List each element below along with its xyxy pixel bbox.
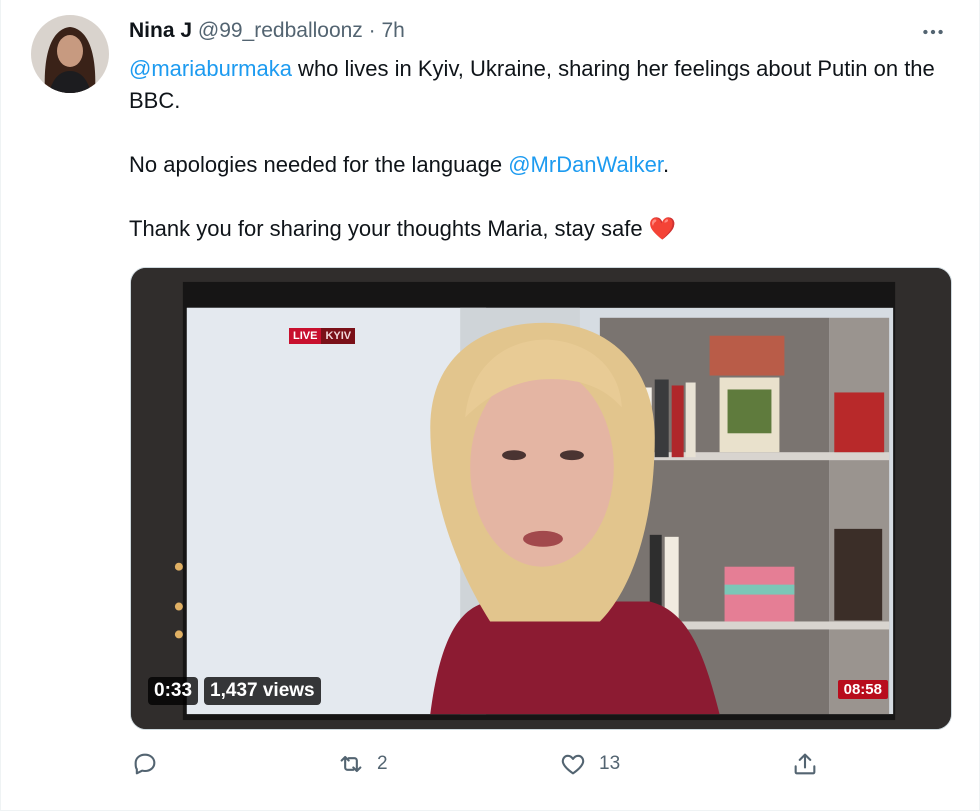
share-button[interactable]: [791, 750, 831, 778]
video-duration: 0:33: [148, 677, 199, 705]
heart-emoji: ❤️: [648, 216, 677, 241]
display-name[interactable]: Nina J: [129, 19, 192, 42]
share-icon: [794, 753, 816, 775]
retweet-icon: [340, 755, 362, 773]
video-info: 0:33 1,437 views: [148, 677, 321, 705]
tweet-paragraph: @mariaburmaka who lives in Kyiv, Ukraine…: [129, 53, 964, 117]
mention-link[interactable]: @mariaburmaka: [129, 56, 292, 81]
tweet-card[interactable]: Nina J @99_redballoonz · 7h @mariaburmak…: [0, 0, 980, 811]
reply-button[interactable]: [131, 750, 171, 778]
video-player[interactable]: LIVE KYIV 08:58 0:33 1,437 views: [130, 267, 952, 730]
heart-icon: [561, 754, 585, 775]
tweet-text-span: No apologies needed for the language: [129, 152, 509, 177]
retweet-count: 2: [377, 753, 388, 774]
tweet-text-span: Thank you for sharing your thoughts Mari…: [129, 216, 649, 241]
live-label: LIVE: [289, 328, 322, 344]
video-views: 1,437 views: [204, 677, 321, 705]
avatar[interactable]: [31, 15, 109, 93]
tweet-paragraph: Thank you for sharing your thoughts Mari…: [129, 213, 964, 245]
separator-dot: ·: [368, 19, 376, 42]
location-label: KYIV: [321, 328, 356, 344]
user-handle[interactable]: @99_redballoonz: [198, 19, 363, 42]
mention-link[interactable]: @MrDanWalker: [508, 152, 663, 177]
retweet-button[interactable]: 2: [337, 750, 388, 778]
tweet-time[interactable]: 7h: [382, 19, 405, 42]
more-options-button[interactable]: [917, 16, 949, 48]
reply-icon: [134, 753, 156, 775]
video-frame: [131, 268, 951, 729]
tweet-text-span: .: [662, 152, 670, 177]
tweet-header: Nina J @99_redballoonz · 7h: [129, 18, 405, 44]
more-icon: [923, 29, 943, 35]
live-badge: LIVE KYIV: [289, 328, 356, 344]
tweet-paragraph: No apologies needed for the language @Mr…: [129, 149, 964, 181]
like-count: 13: [599, 753, 621, 774]
avatar-image: [31, 15, 109, 93]
tweet-text: @mariaburmaka who lives in Kyiv, Ukraine…: [129, 53, 964, 245]
tweet-actions: 2 13: [129, 750, 964, 784]
broadcast-clock: 08:58: [837, 680, 888, 699]
like-button[interactable]: 13: [559, 750, 620, 778]
